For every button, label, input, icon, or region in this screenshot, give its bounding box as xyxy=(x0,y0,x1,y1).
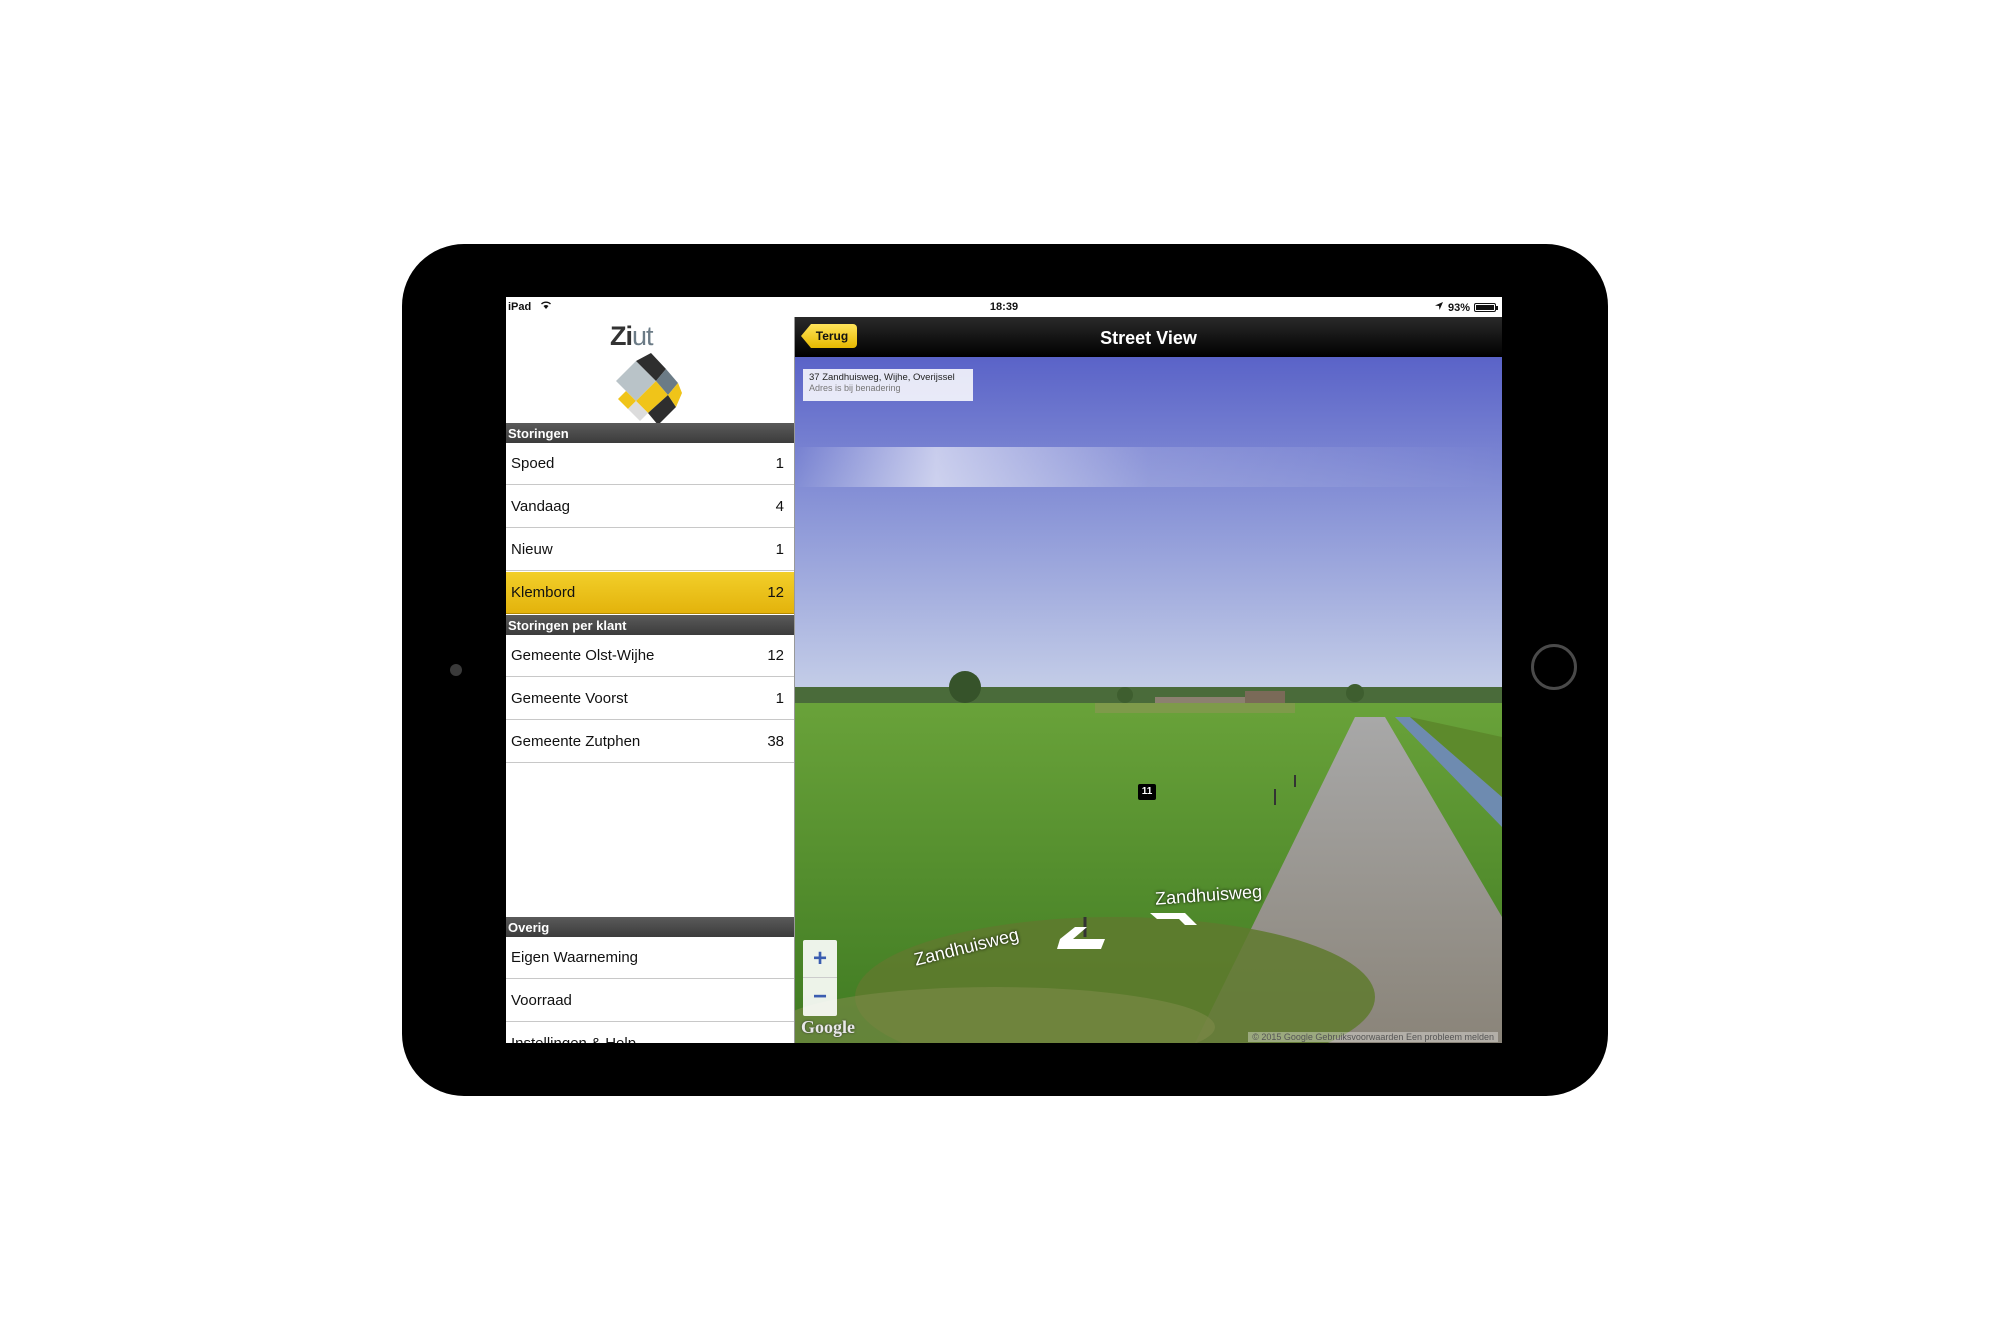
item-count: 12 xyxy=(767,647,784,664)
item-label: Gemeente Zutphen xyxy=(511,733,641,750)
street-view-panorama[interactable]: 37 Zandhuisweg, Wijhe, Overijssel Adres … xyxy=(795,357,1502,1043)
zoom-in-button[interactable]: + xyxy=(803,940,837,978)
status-time: 18:39 xyxy=(989,301,1019,313)
item-label: Nieuw xyxy=(511,541,553,558)
item-count: 1 xyxy=(775,541,784,558)
item-label: Gemeente Olst-Wijhe xyxy=(511,647,655,664)
item-label: Vandaag xyxy=(511,498,570,515)
battery-percent: 93% xyxy=(1447,301,1470,314)
sidebar-item-olst-wijhe[interactable]: Gemeente Olst-Wijhe 12 xyxy=(506,635,794,677)
sidebar: Ziut Storingen Spoed 1 Vandaag 4 Nieuw 1… xyxy=(506,317,795,1043)
battery-icon xyxy=(1474,303,1498,312)
section-header-storingen-per-klant: Storingen per klant xyxy=(506,615,794,635)
item-label: Eigen Waarneming xyxy=(511,949,639,966)
section-header-overig: Overig xyxy=(506,917,794,937)
address-note: Adres is bij benadering xyxy=(809,383,901,393)
navigation-bar: Terug Street View xyxy=(795,317,1502,357)
sidebar-item-instellingen[interactable]: Instellingen & Help xyxy=(506,1023,794,1043)
item-label: Voorraad xyxy=(511,992,572,1009)
item-label: Klembord xyxy=(511,584,576,601)
item-count: 4 xyxy=(775,498,784,515)
item-count: 1 xyxy=(775,455,784,472)
copyright-links[interactable]: © 2015 Google Gebruiksvoorwaarden Een pr… xyxy=(1248,1032,1498,1042)
page-title: Street View xyxy=(1100,328,1197,348)
street-view-panel: Terug Street View 37 Zandhuisweg, Wijhe,… xyxy=(795,317,1502,1043)
screen: iPad 18:39 93% Ziut Storingen Spoed 1 Va… xyxy=(506,297,1502,1043)
sidebar-item-zutphen[interactable]: Gemeente Zutphen 38 xyxy=(506,721,794,763)
home-button[interactable] xyxy=(1531,644,1577,690)
item-count: 1 xyxy=(775,690,784,707)
status-bar: iPad 18:39 93% xyxy=(506,297,1502,317)
item-label: Spoed xyxy=(511,455,555,472)
zoom-out-button[interactable]: − xyxy=(803,978,837,1016)
item-label: Instellingen & Help xyxy=(511,1035,636,1043)
section-header-storingen: Storingen xyxy=(506,423,794,443)
logo-mark-icon xyxy=(616,353,682,425)
address-box: 37 Zandhuisweg, Wijhe, Overijssel Adres … xyxy=(803,369,973,401)
sidebar-item-nieuw[interactable]: Nieuw 1 xyxy=(506,529,794,571)
sidebar-item-spoed[interactable]: Spoed 1 xyxy=(506,443,794,485)
item-count: 12 xyxy=(767,584,784,601)
google-logo: Google xyxy=(801,1017,855,1037)
sidebar-item-klembord[interactable]: Klembord 12 xyxy=(506,572,794,614)
sidebar-item-voorst[interactable]: Gemeente Voorst 1 xyxy=(506,678,794,720)
location-arrow-icon xyxy=(1434,301,1444,314)
location-marker[interactable]: 11 xyxy=(1138,784,1156,800)
sidebar-item-eigen-waarneming[interactable]: Eigen Waarneming xyxy=(506,937,794,979)
camera xyxy=(450,664,462,676)
zoom-control: + − xyxy=(803,940,837,1016)
address-line: 37 Zandhuisweg, Wijhe, Overijssel xyxy=(809,372,955,383)
logo-wordmark: Ziut xyxy=(610,321,654,351)
ipad-frame: iPad 18:39 93% Ziut Storingen Spoed 1 Va… xyxy=(402,244,1608,1096)
ziut-logo: Ziut xyxy=(606,321,696,431)
sidebar-item-voorraad[interactable]: Voorraad xyxy=(506,980,794,1022)
item-count: 38 xyxy=(767,733,784,750)
item-label: Gemeente Voorst xyxy=(511,690,628,707)
sidebar-item-vandaag[interactable]: Vandaag 4 xyxy=(506,486,794,528)
panorama-image xyxy=(795,357,1502,1043)
